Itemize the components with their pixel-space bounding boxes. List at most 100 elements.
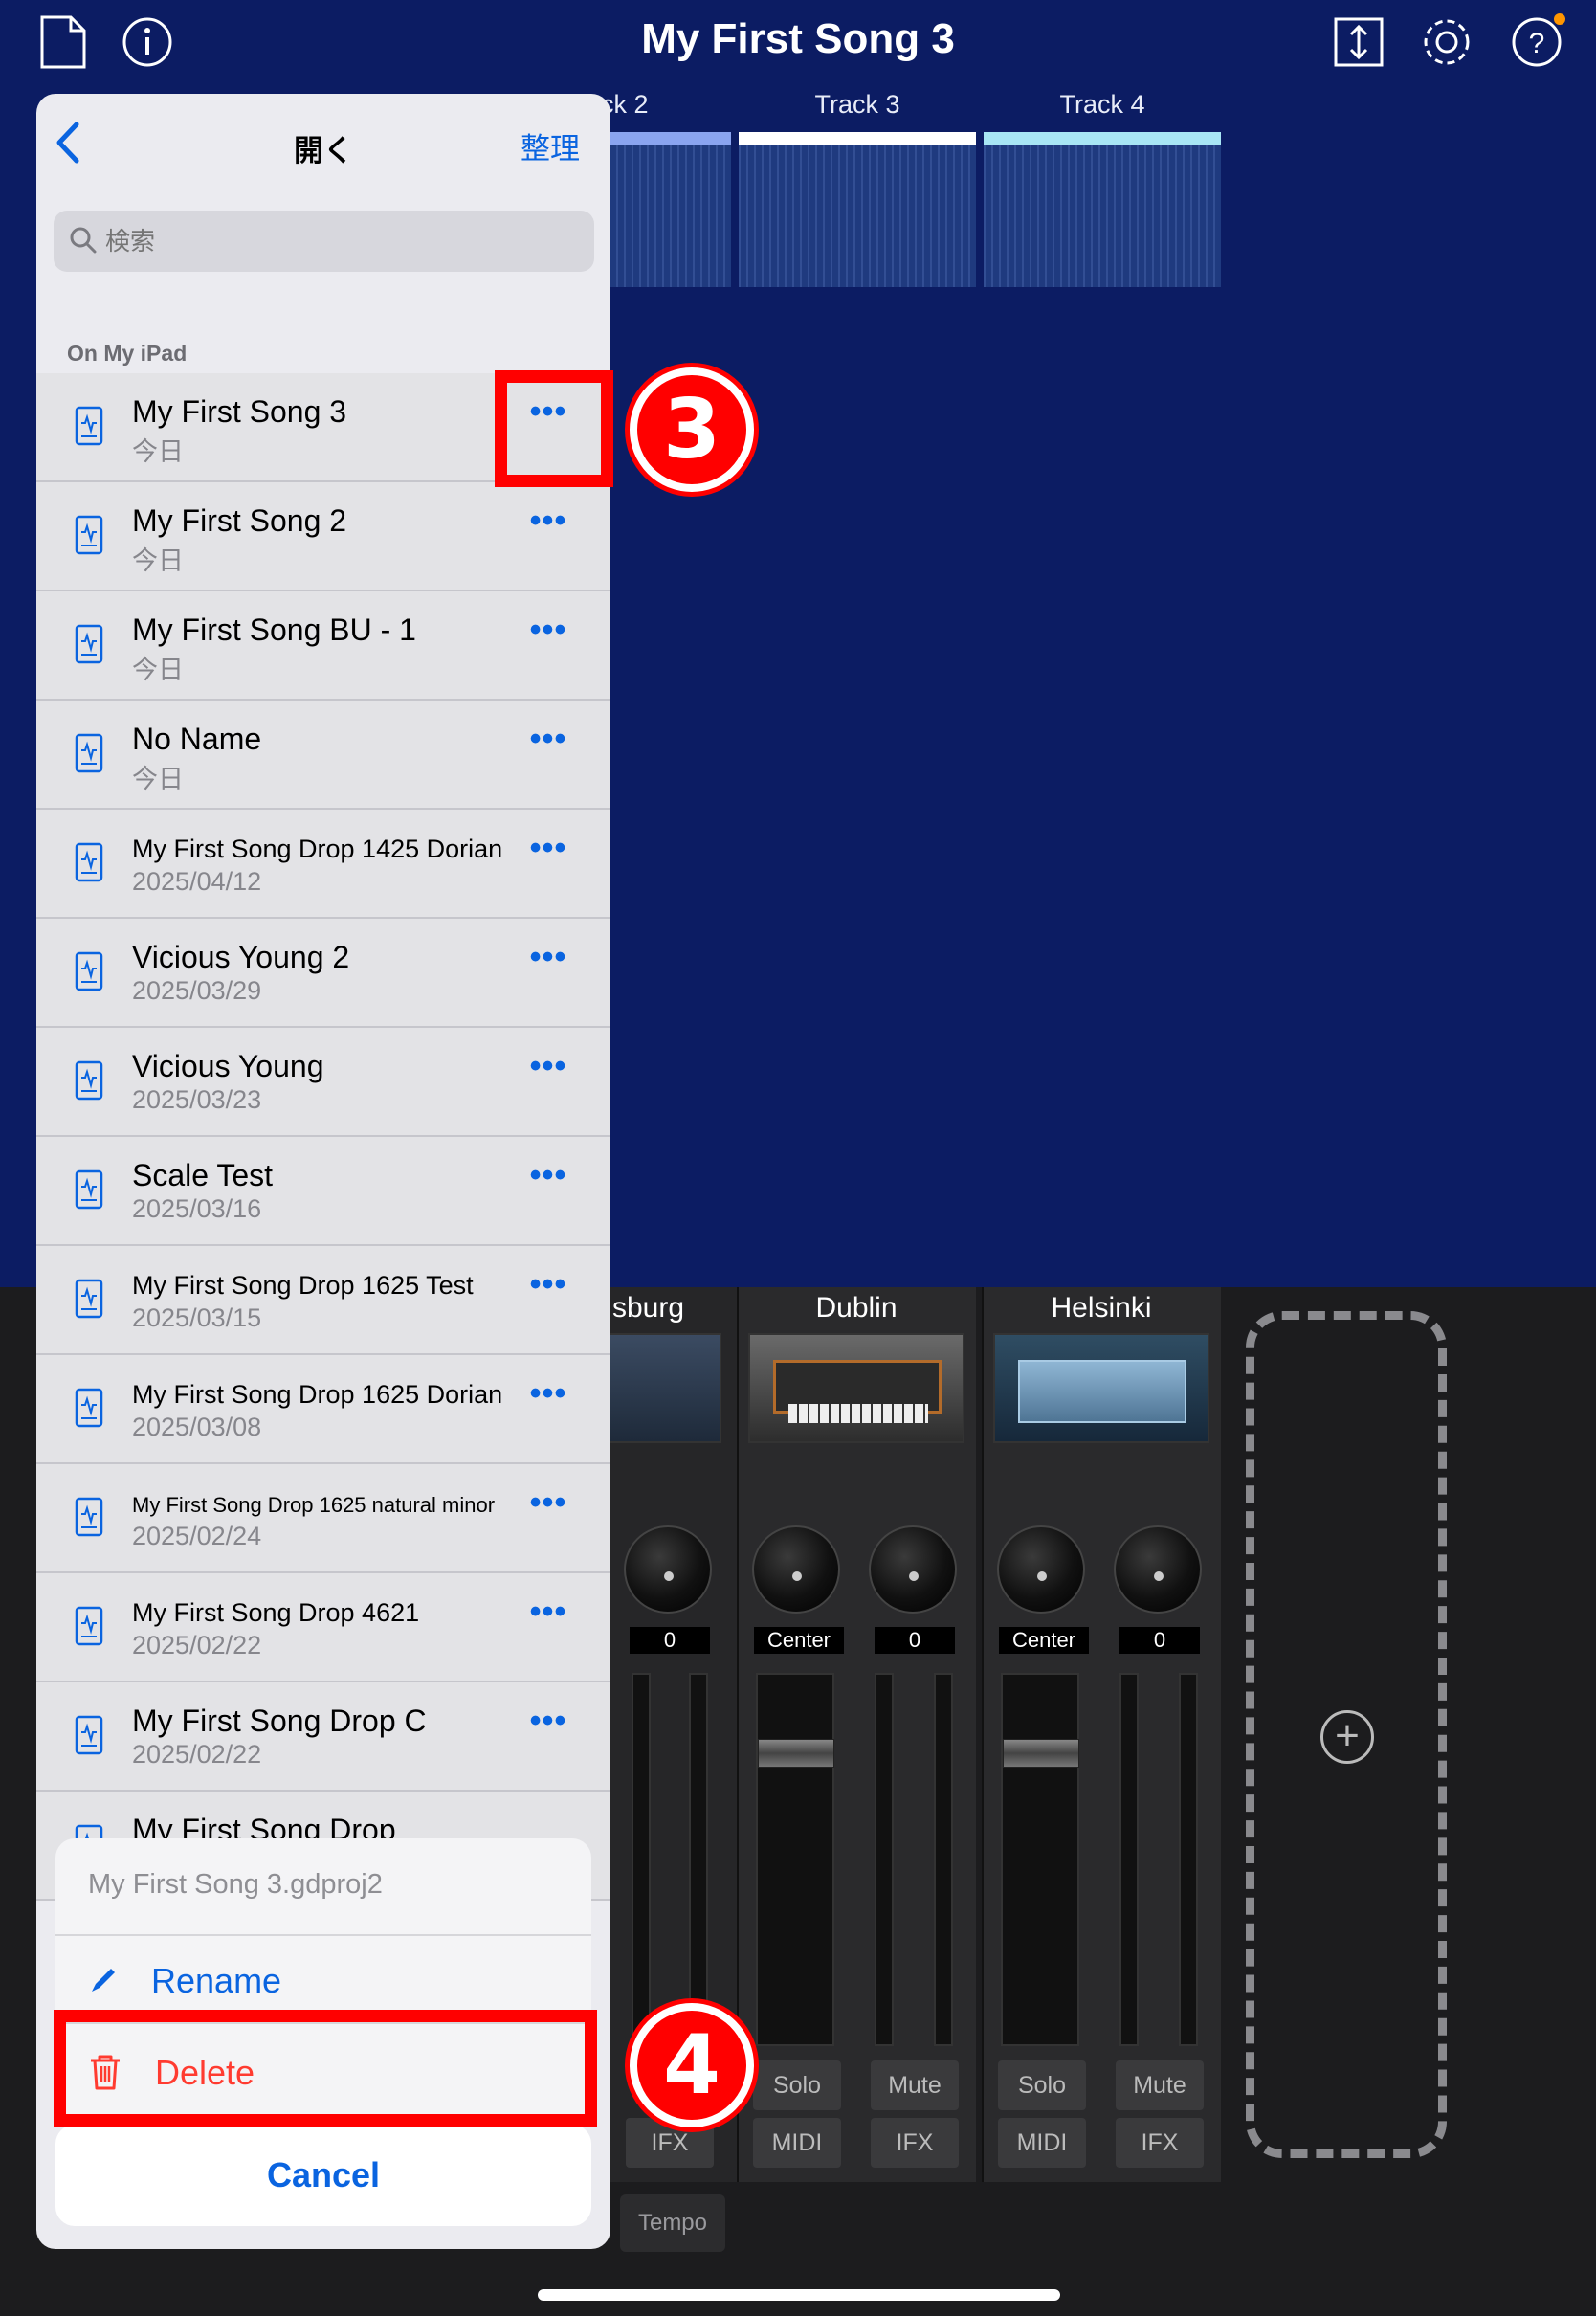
synth-image-helsinki[interactable] <box>993 1333 1209 1443</box>
file-row[interactable]: My First Song BU - 1 今日 ••• <box>36 591 610 701</box>
file-name: My First Song BU - 1 <box>132 612 416 647</box>
volume-fader-helsinki[interactable] <box>1003 1739 1079 1768</box>
add-plus-icon[interactable]: + <box>1320 1710 1374 1764</box>
search-input[interactable] <box>105 211 565 272</box>
file-row[interactable]: My First Song Drop 1625 Dorian 2025/03/08… <box>36 1355 610 1464</box>
more-options-button[interactable]: ••• <box>524 1159 572 1208</box>
file-row[interactable]: My First Song 2 今日 ••• <box>36 482 610 591</box>
midi-button-dublin[interactable]: MIDI <box>753 2118 841 2168</box>
more-options-button[interactable]: ••• <box>524 832 572 880</box>
more-options-button[interactable]: ••• <box>524 941 572 990</box>
more-options-button[interactable]: ••• <box>524 613 572 662</box>
file-name: Scale Test <box>132 1158 274 1192</box>
fader-track-dublin-main <box>756 1673 834 2046</box>
help-icon[interactable]: ? <box>1508 13 1565 71</box>
level-value-partial: 0 <box>630 1627 710 1654</box>
file-date: 2025/03/29 <box>132 976 262 1005</box>
file-row[interactable]: Scale Test 2025/03/16 ••• <box>36 1137 610 1246</box>
solo-button-dublin[interactable]: Solo <box>753 2060 841 2110</box>
file-row[interactable]: Vicious Young 2025/03/23 ••• <box>36 1028 610 1137</box>
track-4-region[interactable] <box>984 132 1221 287</box>
file-row[interactable]: No Name 今日 ••• <box>36 701 610 810</box>
organize-button[interactable]: 整理 <box>521 124 580 167</box>
mute-button-dublin[interactable]: Mute <box>871 2060 959 2110</box>
section-header-on-my-ipad: On My iPad <box>67 341 188 366</box>
project-file-icon <box>75 1715 103 1755</box>
ifx-button-dublin[interactable]: IFX <box>871 2118 959 2168</box>
ifx-button-helsinki[interactable]: IFX <box>1116 2118 1204 2168</box>
svg-text:?: ? <box>1529 28 1545 59</box>
synth-image-dublin[interactable] <box>748 1333 964 1443</box>
file-name: No Name <box>132 722 262 756</box>
project-file-icon <box>75 733 103 773</box>
fader-track-helsinki-r <box>1179 1673 1198 2046</box>
project-file-icon <box>75 406 103 446</box>
pan-knob-helsinki[interactable] <box>997 1525 1085 1614</box>
step-3-badge: 3 <box>630 367 754 492</box>
solo-button-helsinki[interactable]: Solo <box>998 2060 1086 2110</box>
more-options-button[interactable]: ••• <box>524 1050 572 1099</box>
more-options-button[interactable]: ••• <box>524 1595 572 1644</box>
file-date: 今日 <box>132 656 184 684</box>
file-name: My First Song Drop C <box>132 1704 427 1738</box>
file-row[interactable]: My First Song Drop 1425 Dorian 2025/04/12… <box>36 810 610 919</box>
pan-knob-dublin[interactable] <box>752 1525 840 1614</box>
level-knob-partial[interactable] <box>624 1525 712 1614</box>
fader-track-helsinki-l <box>1119 1673 1139 2046</box>
file-row[interactable]: My First Song Drop 4621 2025/02/22 ••• <box>36 1573 610 1682</box>
fader-track-dublin-r <box>934 1673 953 2046</box>
file-name: Vicious Young <box>132 1049 324 1083</box>
project-file-icon <box>75 1169 103 1210</box>
file-date: 2025/02/24 <box>132 1522 262 1550</box>
synth-image-partial[interactable] <box>607 1333 721 1443</box>
volume-fader-dublin[interactable] <box>758 1739 834 1768</box>
file-name: My First Song Drop 4621 <box>132 1598 420 1627</box>
track-label-3[interactable]: Track 3 <box>738 90 977 120</box>
fader-track-partial-l <box>632 1673 651 2046</box>
track-3-region[interactable] <box>739 132 976 287</box>
track-label-4[interactable]: Track 4 <box>983 90 1222 120</box>
export-icon[interactable] <box>1330 13 1387 71</box>
settings-gear-icon[interactable] <box>1418 13 1475 71</box>
file-name: Vicious Young 2 <box>132 940 350 974</box>
project-file-icon <box>75 1060 103 1101</box>
tempo-button[interactable]: Tempo <box>620 2194 725 2252</box>
rename-label: Rename <box>151 1961 282 2000</box>
channel-name-helsinki: Helsinki <box>1051 1292 1152 1324</box>
more-options-button[interactable]: ••• <box>524 723 572 771</box>
project-file-icon <box>75 1279 103 1319</box>
file-row[interactable]: My First Song Drop 1625 Test 2025/03/15 ••… <box>36 1246 610 1355</box>
file-row[interactable]: Vicious Young 2 2025/03/29 ••• <box>36 919 610 1028</box>
pan-value-dublin: Center <box>754 1627 844 1654</box>
midi-button-helsinki[interactable]: MIDI <box>998 2118 1086 2168</box>
search-field[interactable] <box>54 211 594 272</box>
home-indicator[interactable] <box>538 2289 1060 2301</box>
more-options-button[interactable]: ••• <box>524 1486 572 1535</box>
fader-track-dublin-l <box>875 1673 894 2046</box>
more-options-button[interactable]: ••• <box>524 504 572 553</box>
file-date: 2025/03/08 <box>132 1413 262 1441</box>
file-date: 2025/03/23 <box>132 1085 262 1114</box>
project-file-icon <box>75 951 103 991</box>
level-knob-helsinki[interactable] <box>1114 1525 1202 1614</box>
project-file-icon <box>75 1497 103 1537</box>
channel-name-dublin: Dublin <box>815 1292 898 1324</box>
more-options-button[interactable]: ••• <box>524 1268 572 1317</box>
file-date: 2025/03/15 <box>132 1303 262 1332</box>
file-date: 今日 <box>132 765 184 793</box>
more-options-button[interactable]: ••• <box>524 1377 572 1426</box>
file-name: My First Song Drop 1425 Dorian <box>132 835 503 863</box>
popover-header: 開く 整理 <box>36 94 610 186</box>
level-knob-dublin[interactable] <box>869 1525 957 1614</box>
more-options-button[interactable]: ••• <box>524 1704 572 1753</box>
project-file-icon <box>75 1388 103 1428</box>
file-row[interactable]: My First Song Drop C 2025/02/22 ••• <box>36 1682 610 1792</box>
action-sheet-filename: My First Song 3.gdproj2 <box>88 1869 383 1900</box>
file-date: 2025/03/16 <box>132 1194 262 1223</box>
highlight-box-delete <box>54 2010 597 2127</box>
file-row[interactable]: My First Song Drop 1625 natural minor 202… <box>36 1464 610 1573</box>
file-date: 今日 <box>132 437 184 466</box>
file-name: My First Song 2 <box>132 503 347 538</box>
mute-button-helsinki[interactable]: Mute <box>1116 2060 1204 2110</box>
cancel-button[interactable]: Cancel <box>55 2125 591 2226</box>
